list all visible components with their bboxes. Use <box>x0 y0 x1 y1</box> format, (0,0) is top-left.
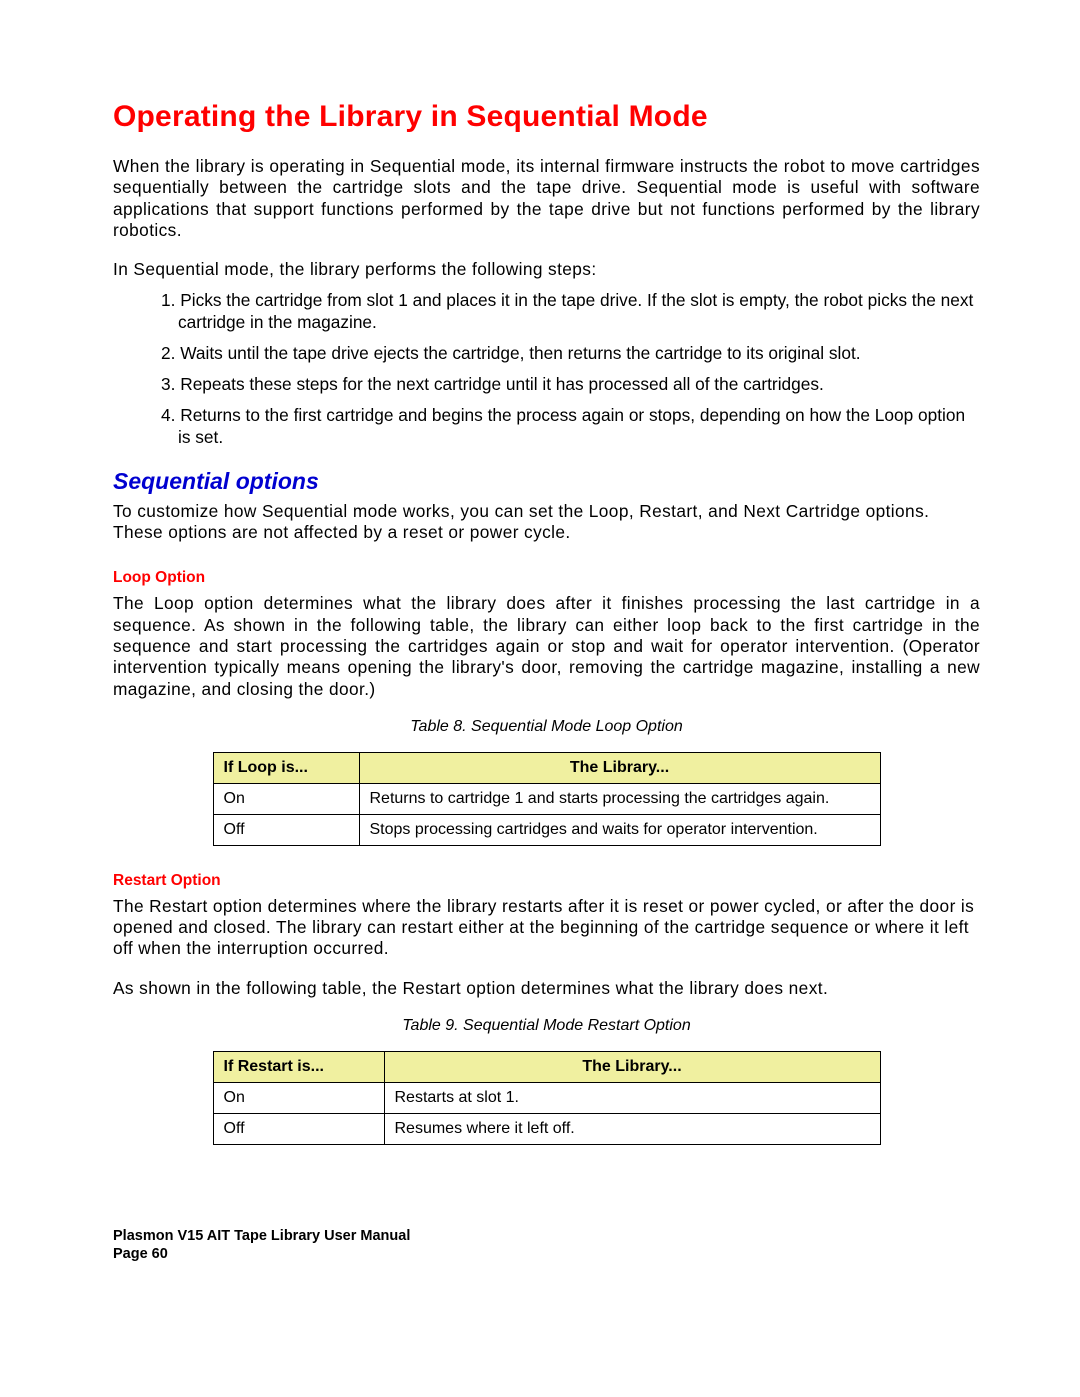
loop-option-heading: Loop Option <box>113 569 980 587</box>
restart-option-text-2: As shown in the following table, the Res… <box>113 978 980 999</box>
loop-option-text: The Loop option determines what the libr… <box>113 593 980 699</box>
table-row: Off Stops processing cartridges and wait… <box>213 814 880 845</box>
table-9-header-2: The Library... <box>384 1051 880 1082</box>
table-row: On Restarts at slot 1. <box>213 1082 880 1113</box>
step-item: 4. Returns to the first cartridge and be… <box>161 405 980 448</box>
table-9-header-1: If Restart is... <box>213 1051 384 1082</box>
page-title: Operating the Library in Sequential Mode <box>113 100 980 134</box>
restart-option-heading: Restart Option <box>113 872 980 890</box>
table-cell: On <box>213 1082 384 1113</box>
table-cell: Returns to cartridge 1 and starts proces… <box>359 783 880 814</box>
table-8-caption: Table 8. Sequential Mode Loop Option <box>113 718 980 736</box>
intro-paragraph-2: In Sequential mode, the library performs… <box>113 259 980 280</box>
table-8-header-2: The Library... <box>359 752 880 783</box>
step-item: 1. Picks the cartridge from slot 1 and p… <box>161 290 980 333</box>
table-cell: Resumes where it left off. <box>384 1113 880 1144</box>
intro-paragraph-1: When the library is operating in Sequent… <box>113 156 980 241</box>
table-cell: Stops processing cartridges and waits fo… <box>359 814 880 845</box>
page: Operating the Library in Sequential Mode… <box>0 0 1080 1397</box>
steps-list: 1. Picks the cartridge from slot 1 and p… <box>113 290 980 448</box>
table-row: Off Resumes where it left off. <box>213 1113 880 1144</box>
restart-option-text-1: The Restart option determines where the … <box>113 896 980 960</box>
sequential-options-heading: Sequential options <box>113 468 980 495</box>
table-cell: On <box>213 783 359 814</box>
table-cell: Off <box>213 1113 384 1144</box>
table-8-header-1: If Loop is... <box>213 752 359 783</box>
step-item: 2. Waits until the tape drive ejects the… <box>161 343 980 364</box>
step-item: 3. Repeats these steps for the next cart… <box>161 374 980 395</box>
table-9-caption: Table 9. Sequential Mode Restart Option <box>113 1017 980 1035</box>
sequential-options-intro: To customize how Sequential mode works, … <box>113 501 980 544</box>
page-footer: Plasmon V15 AIT Tape Library User Manual… <box>113 1227 410 1263</box>
footer-line-1: Plasmon V15 AIT Tape Library User Manual <box>113 1227 410 1245</box>
table-8: If Loop is... The Library... On Returns … <box>213 752 881 846</box>
table-cell: Restarts at slot 1. <box>384 1082 880 1113</box>
table-cell: Off <box>213 814 359 845</box>
table-row: On Returns to cartridge 1 and starts pro… <box>213 783 880 814</box>
table-9: If Restart is... The Library... On Resta… <box>213 1051 881 1145</box>
footer-line-2: Page 60 <box>113 1245 410 1263</box>
